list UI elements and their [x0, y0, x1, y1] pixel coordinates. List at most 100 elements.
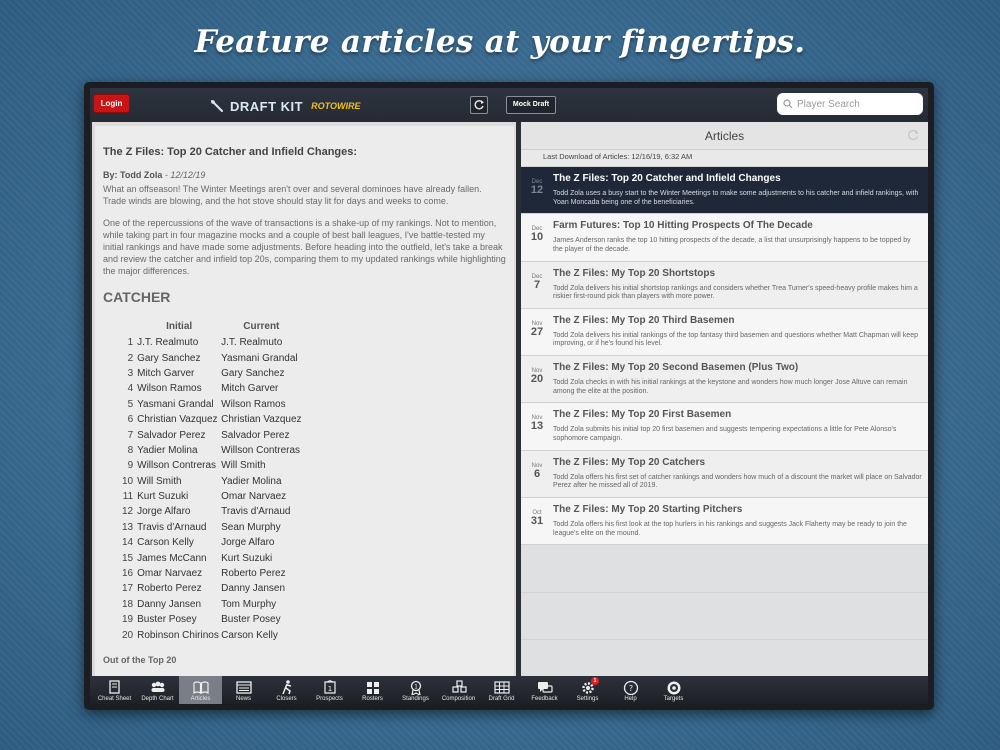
initial-cell: Christian Vazquez [137, 414, 218, 426]
tab-closers[interactable]: Closers [265, 676, 308, 704]
tab-composition[interactable]: Composition [437, 676, 480, 704]
empty-list-row [521, 593, 928, 640]
article-item-title: The Z Files: My Top 20 Starting Pitchers [553, 504, 743, 516]
date-day: 10 [530, 231, 544, 244]
article-content: The Z Files: Top 20 Catcher and Infield … [95, 126, 514, 676]
tab-prospects[interactable]: 1 Prospects [308, 676, 351, 704]
current-cell: Will Smith [221, 460, 266, 472]
tab-rosters[interactable]: Rosters [351, 676, 394, 704]
initial-cell: Yasmani Grandal [137, 398, 214, 410]
rankings-row: 8 Yadier Molina Willson Contreras [122, 443, 302, 458]
tab-news[interactable]: News [222, 676, 265, 704]
article-list-item[interactable]: Nov 6 The Z Files: My Top 20 Catchers Todd … [521, 450, 928, 499]
article-list-item[interactable]: Dec 7 The Z Files: My Top 20 Shortstops Tod… [521, 261, 928, 309]
tab-standings[interactable]: 1 Standings [394, 676, 437, 704]
rank-cell: 8 [127, 444, 134, 456]
article-date: Nov 20 [521, 356, 553, 402]
rank-cell: 4 [127, 383, 134, 395]
initial-cell: J.T. Realmuto [137, 337, 199, 349]
refresh-button[interactable] [470, 96, 488, 114]
article-list-item[interactable]: Oct 31 The Z Files: My Top 20 Starting Pit… [521, 498, 928, 546]
article-item-desc: Todd Zola offers his first look at the t… [553, 521, 907, 537]
initial-cell: Willson Contreras [137, 460, 217, 472]
player-search[interactable] [777, 93, 923, 115]
search-icon [783, 99, 793, 109]
initial-cell: Gary Sanchez [137, 352, 201, 364]
initial-cell: James McCann [137, 552, 207, 564]
rank-cell: 2 [127, 352, 134, 364]
article-item-title: The Z Files: Top 20 Catcher and Infield … [553, 173, 781, 184]
tab-label: Feedback [531, 696, 558, 702]
tab-targets[interactable]: Targets [652, 676, 695, 704]
date-day: 6 [533, 467, 541, 480]
article-item-title: The Z Files: My Top 20 Catchers [553, 456, 706, 468]
tab-help[interactable]: ? Help [609, 676, 652, 704]
mock-draft-button[interactable]: Mock Draft [506, 96, 556, 114]
rankings-row: 19 Buster Posey Buster Posey [122, 612, 302, 627]
empty-list-row [521, 640, 928, 676]
initial-cell: Carson Kelly [137, 537, 194, 549]
app-screen: Login DRAFT KIT ROTOWIRE Mock Draft Play… [90, 88, 928, 704]
rankings-row: 5 Yasmani Grandal Wilson Ramos [122, 397, 302, 412]
current-cell: Travis d'Arnaud [221, 506, 291, 518]
tab-feedback[interactable]: Feedback [523, 676, 566, 704]
rank-header [122, 317, 137, 335]
tab-label: Depth Chart [141, 696, 174, 702]
article-list-item[interactable]: Nov 20 The Z Files: My Top 20 Second Basem… [521, 356, 928, 404]
current-cell: Jorge Alfaro [221, 537, 275, 549]
login-button[interactable]: Login [93, 94, 130, 113]
cheat-sheet-icon [108, 680, 120, 694]
rank-cell: 11 [122, 491, 134, 503]
article-title: The Z Files: Top 20 Catcher and Infield … [103, 146, 358, 158]
article-date: Nov 27 [521, 309, 553, 355]
article-paragraph: One of the repercussions of the wave of … [103, 218, 506, 276]
rankings-row: 1 J.T. Realmuto J.T. Realmuto [122, 335, 302, 350]
tab-settings[interactable]: Settings 1 [566, 676, 609, 704]
current-cell: Roberto Perez [221, 568, 286, 580]
current-cell: Carson Kelly [221, 629, 278, 641]
rank-cell: 15 [122, 552, 134, 564]
tab-articles[interactable]: Articles [179, 676, 222, 704]
current-cell: J.T. Realmuto [221, 337, 283, 349]
tab-label: Cheat Sheet [97, 696, 132, 702]
article-list-item[interactable]: Dec 10 Farm Futures: Top 10 Hitting Prospe… [521, 214, 928, 262]
prospects-icon: 1 [323, 679, 336, 694]
tab-label: Rosters [362, 696, 383, 702]
depth-chart-icon [151, 681, 164, 692]
rank-cell: 17 [122, 583, 134, 595]
article-reader[interactable]: The Z Files: Top 20 Catcher and Infield … [92, 122, 516, 676]
rankings-row: 11 Kurt Suzuki Omar Narvaez [122, 489, 302, 504]
rank-cell: 3 [127, 367, 134, 379]
rank-cell: 7 [127, 429, 134, 441]
current-cell: Christian Vazquez [221, 414, 302, 426]
search-input[interactable] [797, 98, 917, 110]
rank-cell: 5 [127, 398, 134, 410]
article-list-item[interactable]: Nov 27 The Z Files: My Top 20 Third Baseme… [521, 308, 928, 357]
tab-label: Prospects [316, 696, 343, 702]
tab-cheat-sheet[interactable]: Cheat Sheet [93, 676, 136, 704]
bat-icon [211, 100, 223, 112]
tab-label: Articles [190, 696, 211, 702]
article-list-item[interactable]: Nov 13 The Z Files: My Top 20 First Baseme… [521, 403, 928, 451]
article-item-desc: Todd Zola submits his initial top 20 fir… [553, 426, 897, 442]
rank-cell: 19 [122, 614, 134, 626]
article-paragraph: What an offseason! The Winter Meetings a… [103, 184, 482, 206]
rank-cell: 18 [122, 598, 134, 610]
article-item-desc: Todd Zola checks in with his initial ran… [553, 379, 908, 395]
article-item-desc: Todd Zola delivers his initial rankings … [553, 331, 918, 348]
tab-draft-grid[interactable]: Draft Grid [480, 676, 523, 704]
rank-cell: 12 [122, 506, 134, 518]
rankings-row: 15 James McCann Kurt Suzuki [122, 550, 302, 565]
tab-depth-chart[interactable]: Depth Chart [136, 676, 179, 704]
current-cell: Buster Posey [221, 614, 281, 626]
current-cell: Omar Narvaez [221, 491, 287, 503]
reload-icon[interactable] [906, 128, 920, 142]
article-list-item[interactable]: Dec 12 The Z Files: Top 20 Catcher and Inf… [521, 167, 928, 215]
rankings-row: 3 Mitch Garver Gary Sanchez [122, 366, 302, 381]
article-summary: The Z Files: My Top 20 Starting Pitchers… [553, 498, 928, 544]
date-day: 20 [530, 373, 544, 386]
current-cell: Yadier Molina [221, 475, 282, 487]
brand-name: DRAFT KIT [230, 98, 304, 114]
rank-cell: 16 [122, 568, 134, 580]
date-day: 13 [530, 420, 544, 433]
